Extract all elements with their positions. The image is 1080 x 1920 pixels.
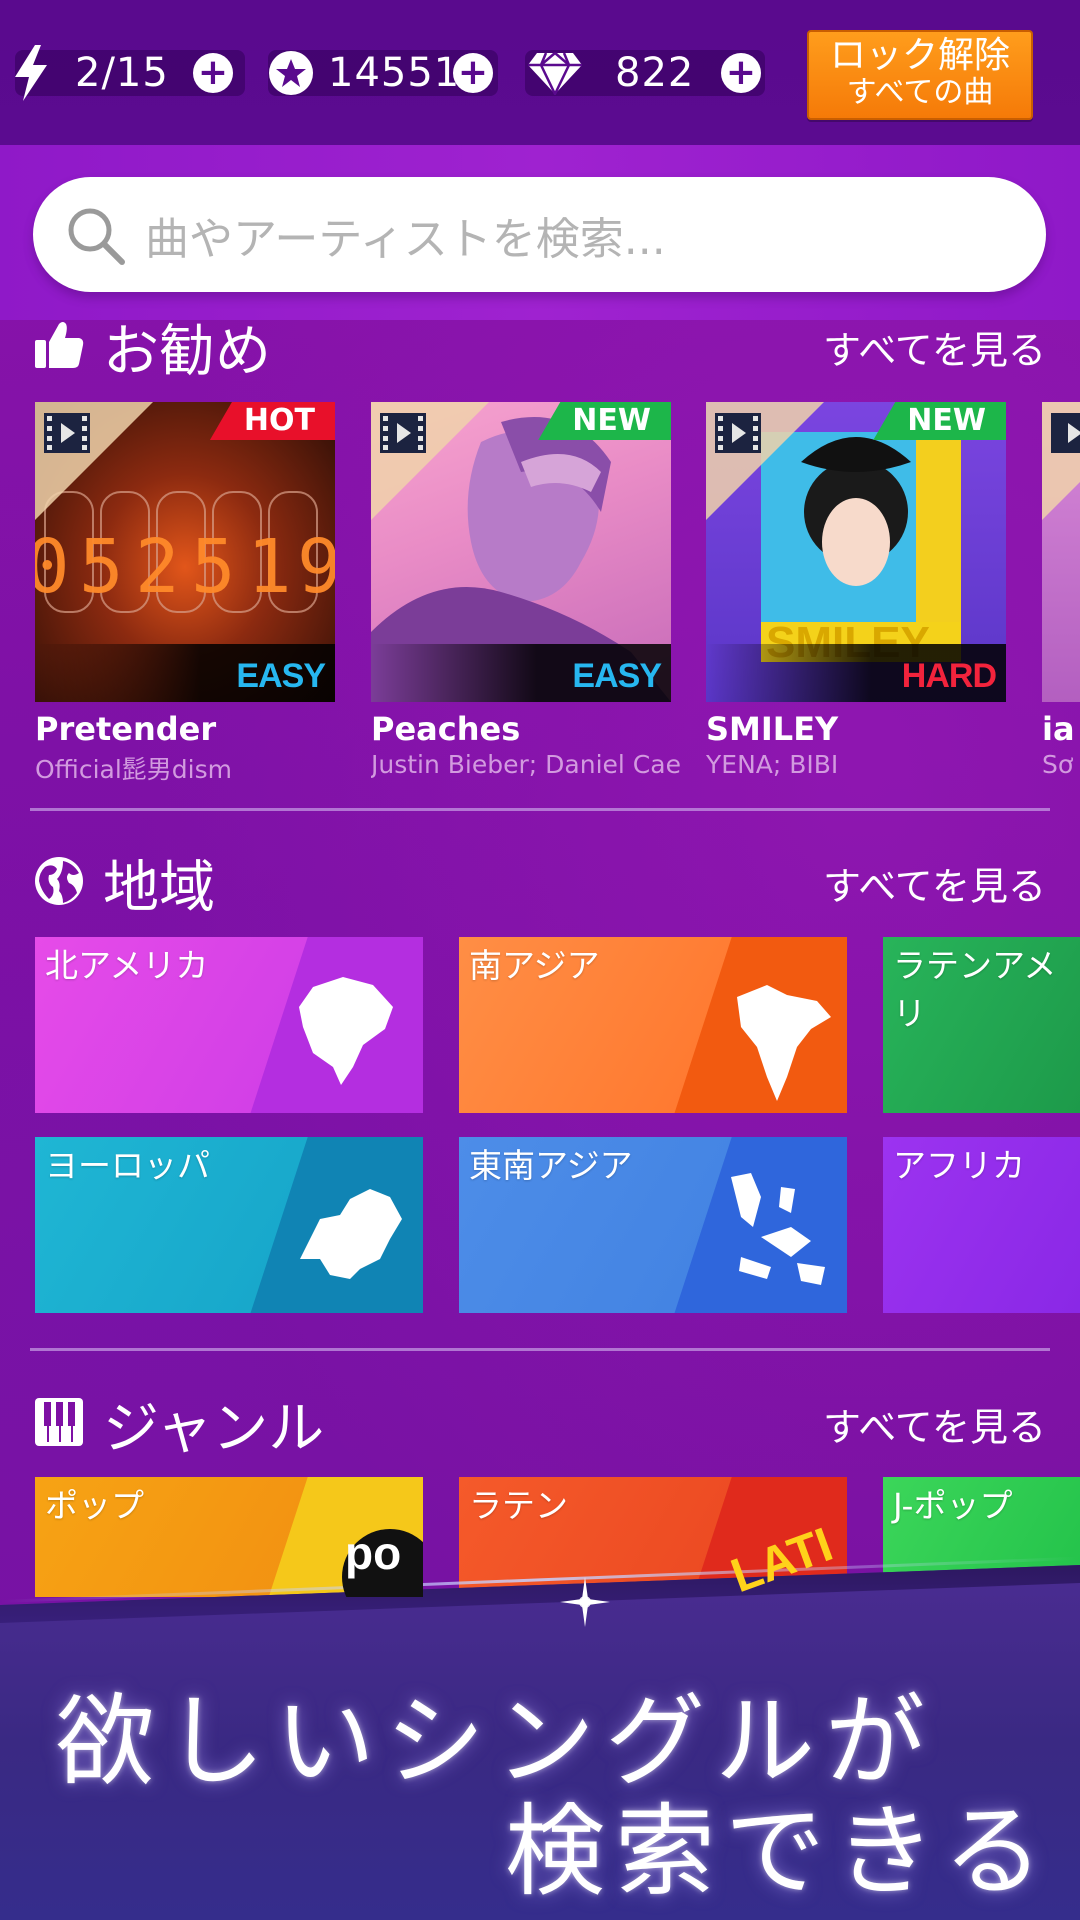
song-title: Pretender bbox=[35, 710, 217, 748]
genres-header: ジャンル すべてを見る bbox=[33, 1389, 1046, 1462]
song-title: SMILEY bbox=[706, 710, 839, 748]
pop-badge-icon: po bbox=[342, 1527, 423, 1597]
gems-counter: 822 + bbox=[525, 50, 765, 96]
film-icon bbox=[714, 412, 762, 458]
song-card-peaches[interactable]: NEW EASY Peaches Justin Bieber; Daniel C… bbox=[371, 402, 681, 782]
song-artist: YENA; BIBI bbox=[706, 750, 839, 779]
difficulty-badge: EASY bbox=[236, 657, 326, 695]
add-stars-button[interactable]: + bbox=[453, 53, 493, 93]
search-icon bbox=[65, 205, 127, 271]
unlock-button-label: ロック解除 bbox=[829, 35, 1010, 76]
recommended-see-all-link[interactable]: すべてを見る bbox=[823, 320, 1046, 375]
svg-text:5: 5 bbox=[191, 524, 236, 610]
add-energy-button[interactable]: + bbox=[193, 53, 233, 93]
tile-label: 南アジア bbox=[469, 946, 600, 985]
recommended-title: お勧め bbox=[103, 319, 271, 385]
tile-label: ポップ bbox=[45, 1486, 144, 1525]
song-artist: Official髭男dism bbox=[35, 755, 232, 784]
tile-label: ラテンアメリ bbox=[893, 946, 1057, 1033]
regions-header: 地域 すべてを見る bbox=[33, 848, 1046, 921]
region-tile-africa[interactable]: アフリカ bbox=[883, 1137, 1080, 1313]
tile-label: 東南アジア bbox=[469, 1146, 633, 1185]
tile-label: 北アメリカ bbox=[45, 946, 209, 985]
song-title: Peaches bbox=[371, 710, 521, 748]
song-cover: SMILEY NEW HARD bbox=[706, 402, 1006, 702]
globe-icon bbox=[33, 855, 85, 911]
region-tile-southeast-asia[interactable]: 東南アジア bbox=[459, 1137, 847, 1313]
svg-text:0: 0 bbox=[35, 524, 70, 610]
new-badge: NEW bbox=[538, 402, 671, 440]
genre-tile-pop[interactable]: ポップ po bbox=[35, 1477, 423, 1597]
europe-map-icon bbox=[300, 1189, 402, 1279]
gems-value: 822 bbox=[615, 50, 695, 96]
recommended-header: お勧め すべてを見る bbox=[33, 312, 1046, 385]
song-cover: 052 519 HOT EASY bbox=[35, 402, 335, 702]
section-divider bbox=[30, 1348, 1050, 1351]
southeast-asia-map-icon bbox=[731, 1173, 825, 1285]
regions-see-all-link[interactable]: すべてを見る bbox=[823, 856, 1046, 911]
tile-label: ヨーロッパ bbox=[45, 1146, 210, 1185]
stars-counter: 14551 + bbox=[268, 50, 498, 96]
region-tile-north-america[interactable]: 北アメリカ bbox=[35, 937, 423, 1113]
thumbs-up-icon bbox=[33, 320, 85, 374]
difficulty-badge: EASY bbox=[572, 657, 662, 695]
unlock-all-songs-button[interactable]: ロック解除 すべての曲 bbox=[807, 30, 1033, 120]
add-gems-button[interactable]: + bbox=[721, 53, 761, 93]
sparkle-icon bbox=[560, 1577, 610, 1627]
unlock-button-sublabel: すべての曲 bbox=[846, 75, 994, 110]
song-artist: Sơ bbox=[1042, 750, 1074, 779]
tile-label: ラテン bbox=[469, 1486, 568, 1525]
song-card-pretender[interactable]: 052 519 HOT EASY Pretender Official髭男dis… bbox=[35, 402, 335, 784]
song-title: ia bbox=[1042, 710, 1075, 748]
latin-text-art: LATI bbox=[724, 1518, 839, 1597]
piano-icon bbox=[33, 1396, 85, 1452]
song-cover bbox=[1042, 402, 1080, 702]
song-card-partial[interactable]: ia Sơ bbox=[1042, 402, 1080, 782]
song-artist: Justin Bieber; Daniel Caes bbox=[371, 750, 681, 779]
svg-text:9: 9 bbox=[297, 524, 335, 610]
svg-text:5: 5 bbox=[79, 524, 124, 610]
energy-counter: 2/15 + bbox=[15, 45, 245, 101]
north-america-map-icon bbox=[299, 977, 393, 1085]
regions-title: 地域 bbox=[103, 855, 215, 921]
genres-see-all-link[interactable]: すべてを見る bbox=[823, 1397, 1046, 1452]
section-divider bbox=[30, 808, 1050, 811]
promo-headline-line2: 検索できる bbox=[505, 1793, 1053, 1910]
region-tile-latin-america[interactable]: ラテンアメリ bbox=[883, 937, 1080, 1113]
search-input[interactable]: 曲やアーティストを検索... bbox=[33, 177, 1046, 292]
new-badge: NEW bbox=[873, 402, 1006, 440]
film-icon bbox=[43, 412, 91, 458]
top-bar: 2/15 + 14551 + 822 + ロック解除 すべての曲 bbox=[0, 0, 1080, 145]
diamond-icon bbox=[527, 51, 583, 95]
hot-badge: HOT bbox=[209, 402, 335, 440]
svg-text:2: 2 bbox=[135, 524, 180, 610]
svg-text:1: 1 bbox=[247, 524, 292, 610]
tile-label: J-ポップ bbox=[893, 1486, 1013, 1525]
region-tile-south-asia[interactable]: 南アジア bbox=[459, 937, 847, 1113]
energy-value: 2/15 bbox=[75, 50, 169, 96]
star-icon bbox=[268, 50, 314, 96]
tile-label: アフリカ bbox=[893, 1146, 1025, 1185]
search-placeholder: 曲やアーティストを検索... bbox=[145, 213, 666, 265]
difficulty-badge: HARD bbox=[901, 657, 997, 695]
genres-title: ジャンル bbox=[103, 1396, 325, 1462]
lightning-icon bbox=[11, 45, 51, 101]
south-asia-map-icon bbox=[737, 985, 831, 1101]
song-cover: NEW EASY bbox=[371, 402, 671, 702]
film-icon bbox=[379, 412, 427, 458]
region-tile-europe[interactable]: ヨーロッパ bbox=[35, 1137, 423, 1313]
song-card-smiley[interactable]: SMILEY NEW HARD SMILEY YENA; BIBI bbox=[706, 402, 1006, 782]
svg-text:po: po bbox=[345, 1527, 401, 1579]
film-icon bbox=[1050, 412, 1080, 458]
stars-value: 14551 bbox=[328, 50, 461, 96]
svg-text:LATI: LATI bbox=[724, 1518, 839, 1597]
